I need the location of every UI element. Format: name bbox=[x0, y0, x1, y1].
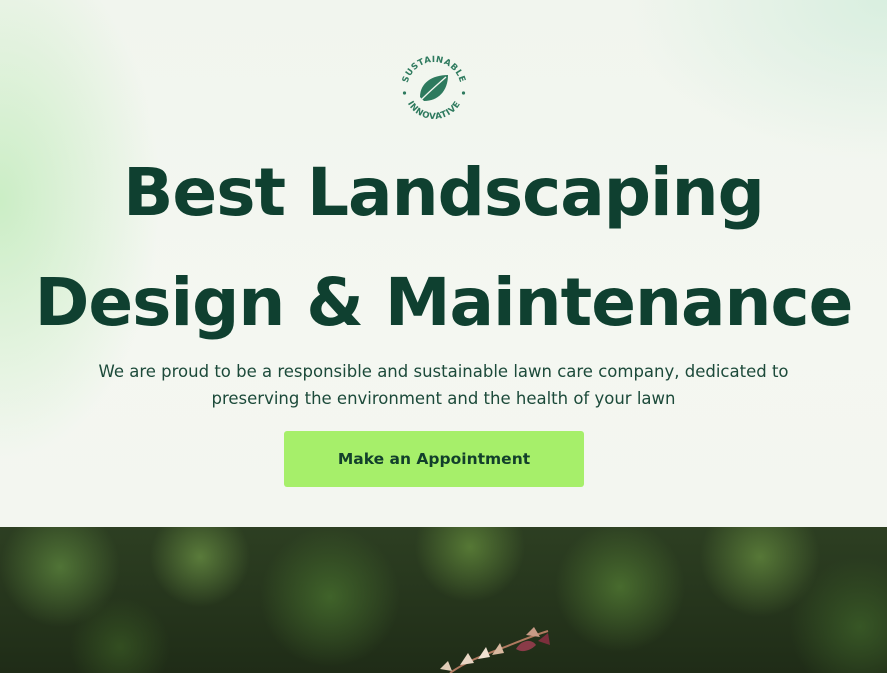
hero-subtext: We are proud to be a responsible and sus… bbox=[98, 362, 789, 408]
hero-section: SUSTAINABLE INNOVATIVE Best Landscaping … bbox=[0, 0, 887, 527]
seal-dot-left bbox=[402, 91, 407, 95]
sustainable-innovative-seal: SUSTAINABLE INNOVATIVE bbox=[401, 55, 467, 122]
leaf-icon bbox=[420, 75, 448, 101]
dried-flower-image bbox=[440, 627, 550, 673]
hero-photo bbox=[0, 527, 887, 673]
seal-dot-right bbox=[461, 91, 466, 95]
headline-line-1: Best Landscaping bbox=[123, 154, 765, 231]
headline-line-2: Design & Maintenance bbox=[34, 264, 854, 341]
make-appointment-button[interactable]: Make an Appointment bbox=[284, 431, 584, 487]
seal-bottom-text: INNOVATIVE bbox=[405, 99, 463, 122]
